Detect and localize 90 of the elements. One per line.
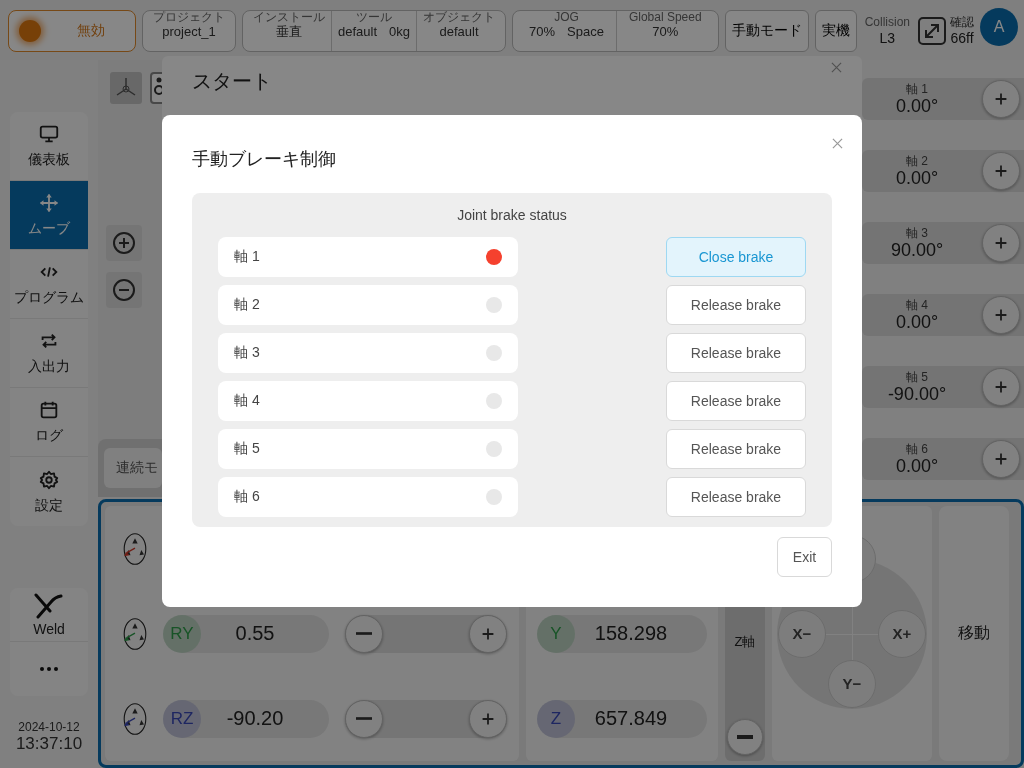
axes-view-icon[interactable]: [110, 72, 142, 104]
date-text: 2024-10-12: [18, 720, 80, 734]
brake-button[interactable]: Release brake: [666, 381, 806, 421]
joint-name: 軸 6: [234, 488, 260, 506]
confirm-value: 66ff: [950, 29, 974, 46]
collision-level: L3: [879, 29, 896, 46]
increase-button[interactable]: [982, 440, 1020, 478]
minus-icon: [737, 735, 753, 739]
setup-panel[interactable]: インストール 垂直 ツール default 0kg オブジェクト default: [242, 10, 506, 52]
section-title: Joint brake status: [457, 207, 567, 223]
speed-value: 70%: [529, 24, 556, 40]
sidebar-item[interactable]: ログ: [10, 388, 88, 457]
sidebar-item[interactable]: 入出力: [10, 319, 88, 388]
joint-name: 軸 2: [234, 296, 260, 314]
speed-label: JOG: [554, 11, 579, 25]
joint-readout: 軸 5 -90.00°: [886, 371, 948, 403]
sidebar-item[interactable]: 設定: [10, 457, 88, 526]
brake-button[interactable]: Release brake: [666, 285, 806, 325]
setup-value: 垂直: [276, 24, 302, 40]
dialog-title: スタート: [192, 69, 272, 94]
increase-button[interactable]: [982, 296, 1020, 334]
user-avatar[interactable]: A: [980, 8, 1018, 46]
brake-button[interactable]: Close brake: [666, 237, 806, 277]
jog-button[interactable]: Y−: [828, 659, 876, 708]
sidebar-item[interactable]: プログラム: [10, 250, 88, 319]
speed-panel[interactable]: JOG 70% Space Global Speed 70%: [512, 10, 719, 52]
setup-value: default: [439, 24, 479, 40]
monitor-icon: [38, 123, 60, 145]
power-indicator-icon: [19, 20, 41, 42]
calendar-icon: [38, 399, 60, 421]
speed-label: Global Speed: [628, 11, 702, 25]
speed-value: 70%: [652, 24, 679, 40]
settings-icon: [38, 468, 60, 491]
decrease-button[interactable]: [345, 699, 383, 738]
setup-label: オブジェクト: [423, 11, 495, 25]
joint-name: 軸 4: [234, 392, 260, 410]
joint-name: 軸 5: [234, 440, 260, 458]
increase-button[interactable]: [469, 614, 507, 653]
pose-field[interactable]: RY 0.55: [163, 614, 329, 653]
time-text: 13:37:10: [15, 734, 83, 754]
increase-button[interactable]: [982, 152, 1020, 190]
setup-label: インストール: [253, 11, 325, 25]
decrease-button[interactable]: [727, 719, 763, 755]
zoom-out-icon[interactable]: [106, 272, 142, 308]
decrease-button[interactable]: [345, 614, 383, 653]
continuous-mode-button[interactable]: 連続モ: [104, 448, 162, 488]
jog-button[interactable]: X+: [878, 609, 926, 658]
joint-readout: 軸 3 90.00°: [889, 227, 945, 259]
confirm-label: 確認: [950, 16, 974, 30]
close-icon[interactable]: [831, 62, 842, 73]
pose-field[interactable]: RZ -90.20: [163, 699, 329, 738]
setup-label: ツール: [356, 11, 392, 25]
exit-button[interactable]: Exit: [777, 537, 832, 577]
jog-button[interactable]: X−: [778, 609, 826, 658]
project-panel[interactable]: プロジェクト project_1: [142, 10, 236, 52]
joint-readout: 軸 2 0.00°: [894, 155, 940, 187]
position-field[interactable]: Z 657.849: [537, 699, 707, 738]
close-icon[interactable]: [832, 138, 843, 149]
minus-icon: [356, 717, 372, 720]
power-label: 無効: [77, 22, 105, 40]
mode-button[interactable]: 実機: [814, 10, 857, 52]
increase-button[interactable]: [982, 368, 1020, 406]
setup-value: 0kg: [389, 24, 410, 40]
brake-button[interactable]: Release brake: [666, 429, 806, 469]
brake-button[interactable]: Release brake: [666, 477, 806, 517]
move-icon: [38, 192, 60, 214]
joint-readout: 軸 6 0.00°: [894, 443, 940, 475]
dialog-title: 手動ブレーキ制御: [192, 148, 337, 171]
increase-button[interactable]: [982, 80, 1020, 118]
position-field[interactable]: Y 158.298: [537, 614, 707, 653]
collision-label: Collision: [864, 16, 910, 30]
minus-icon: [356, 632, 372, 635]
more-icon: [39, 666, 59, 672]
project-value: project_1: [162, 24, 216, 40]
speed-value: Space: [567, 24, 604, 40]
project-label: プロジェクト: [153, 11, 225, 25]
mode-button[interactable]: 手動モード: [724, 10, 809, 52]
increase-button[interactable]: [469, 699, 507, 738]
increase-button[interactable]: [982, 224, 1020, 262]
weld-torch-icon: [34, 592, 64, 619]
joint-readout: 軸 1 0.00°: [894, 83, 940, 115]
expand-icon[interactable]: [918, 17, 946, 45]
zoom-in-icon[interactable]: [106, 225, 142, 261]
sidebar-item[interactable]: ムーブ: [10, 181, 88, 250]
setup-value: default: [338, 24, 378, 40]
brake-button[interactable]: Release brake: [666, 333, 806, 373]
joint-readout: 軸 4 0.00°: [894, 299, 940, 331]
move-button[interactable]: 移動: [939, 506, 1009, 761]
joint-name: 軸 3: [234, 344, 260, 362]
joint-name: 軸 1: [234, 248, 260, 266]
